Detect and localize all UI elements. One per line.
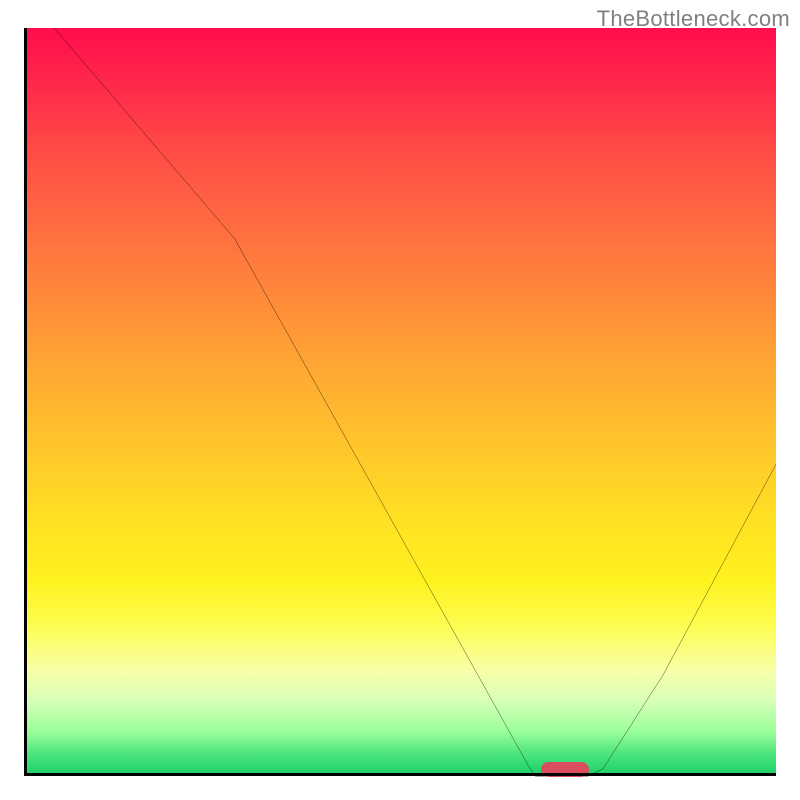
watermark-label: TheBottleneck.com xyxy=(597,6,790,32)
optimal-marker xyxy=(541,762,589,777)
chart-container: TheBottleneck.com xyxy=(0,0,800,800)
plot-area xyxy=(24,28,776,776)
bottleneck-curve xyxy=(54,28,776,776)
curve-svg xyxy=(24,28,776,780)
